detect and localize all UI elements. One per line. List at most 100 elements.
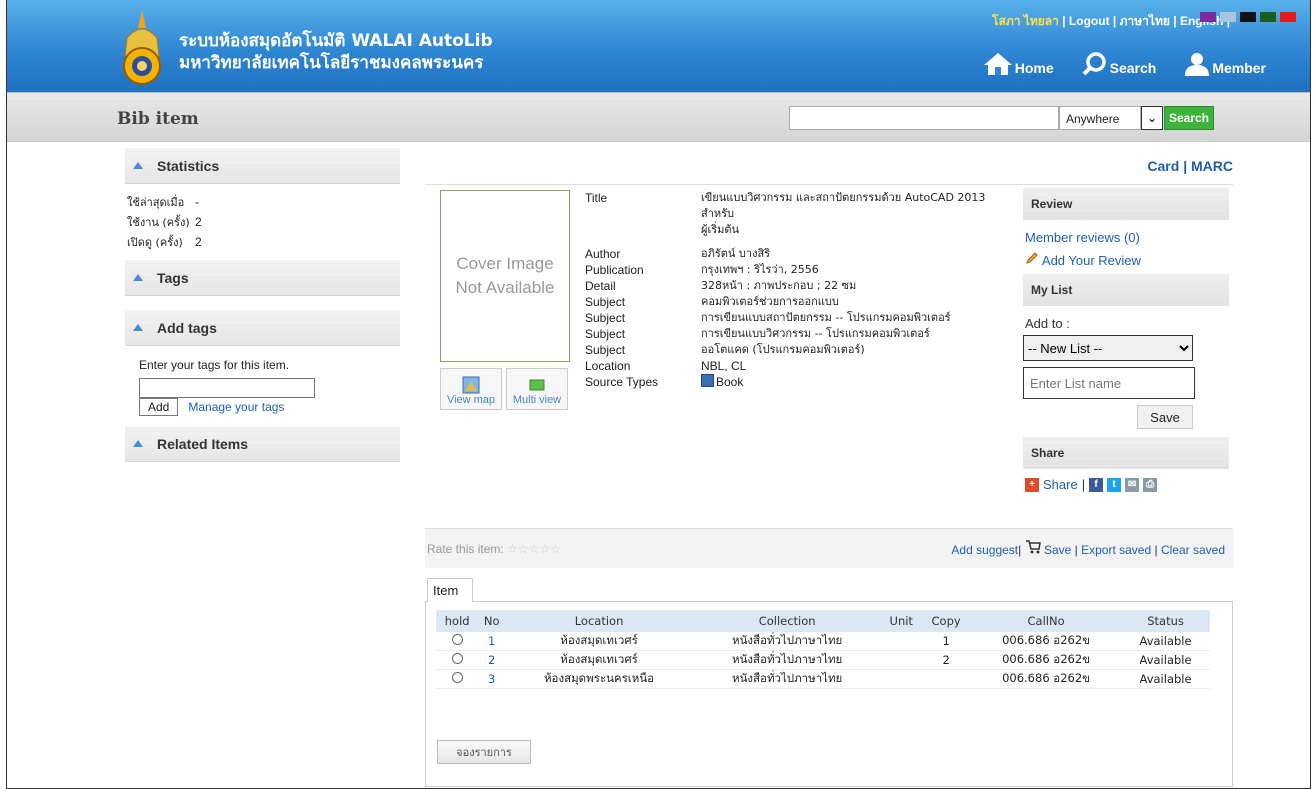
- tags-header[interactable]: Tags: [125, 260, 400, 296]
- item-no-link[interactable]: 3: [478, 669, 506, 689]
- item-no-link[interactable]: 1: [478, 632, 506, 651]
- user-name-link[interactable]: โสภา ไทยลา: [992, 14, 1059, 28]
- meta-key: Subject: [585, 295, 626, 309]
- nav-search[interactable]: Search: [1082, 52, 1157, 76]
- search-bar: Bib item Anywhere ⌄ Search: [7, 92, 1310, 142]
- view-map-label: View map: [446, 394, 496, 406]
- divider: |: [1154, 543, 1158, 557]
- col-collection: Collection: [693, 610, 882, 632]
- meta-value-source: Book: [701, 374, 1021, 390]
- page-frame: ระบบห้องสมุดอัตโนมัติ WALAI AutoLib มหาว…: [6, 0, 1311, 789]
- card-link[interactable]: Card: [1147, 158, 1179, 174]
- meta-row-subject: Subject คอมพิวเตอร์ช่วยการออกแบบ: [585, 294, 1021, 310]
- university-logo: [123, 10, 161, 85]
- cover-text-line1: Cover Image: [456, 254, 554, 273]
- related-items-header[interactable]: Related Items: [125, 426, 400, 462]
- item-tabs: Item: [425, 578, 1233, 602]
- subject-link[interactable]: การเขียนแบบสถาปัตยกรรม -- โปรแกรมคอมพิวเ…: [701, 310, 1021, 326]
- col-copy: Copy: [921, 610, 972, 632]
- scope-dropdown-button[interactable]: ⌄: [1141, 106, 1163, 130]
- item-collection: หนังสือทั่วไปภาษาไทย: [693, 632, 882, 651]
- meta-key: Detail: [585, 279, 616, 293]
- add-suggest-link[interactable]: Add suggest: [951, 543, 1018, 557]
- table-header-row: hold No Location Collection Unit Copy Ca…: [436, 610, 1210, 632]
- meta-value: เขียนแบบวิศวกรรม และสถาปัตยกรรมด้วย Auto…: [701, 191, 986, 220]
- facebook-icon[interactable]: f: [1089, 477, 1104, 492]
- divider: |: [1062, 14, 1069, 28]
- hold-radio[interactable]: [451, 634, 463, 645]
- print-icon[interactable]: ⎙: [1143, 477, 1158, 492]
- tags-section: Tags: [125, 260, 400, 296]
- hold-cell: [436, 632, 479, 651]
- statistics-heading: Statistics: [157, 157, 220, 174]
- pencil-icon: [1026, 252, 1038, 264]
- col-no: No: [478, 610, 506, 632]
- multi-view-button[interactable]: Multi view: [506, 368, 568, 410]
- nav-search-label: Search: [1109, 60, 1157, 76]
- col-hold: hold: [436, 610, 479, 632]
- divider-line: [425, 184, 1233, 185]
- hold-radio[interactable]: [451, 653, 463, 664]
- add-tag-button[interactable]: Add: [139, 398, 179, 416]
- reserve-button[interactable]: จองรายการ: [437, 740, 531, 764]
- rate-area: Rate this item: ☆☆☆☆☆: [427, 542, 561, 556]
- theme-swatch-purple[interactable]: [1200, 12, 1216, 22]
- twitter-icon[interactable]: t: [1107, 477, 1122, 492]
- view-format-links: Card | MARC: [1147, 158, 1233, 174]
- save-list-button[interactable]: Save: [1137, 405, 1193, 429]
- tab-item[interactable]: Item: [427, 578, 473, 602]
- table-row: 1 ห้องสมุดเทเวศร์ หนังสือทั่วไปภาษาไทย 1…: [436, 632, 1210, 651]
- collapse-arrow-icon: [133, 274, 143, 281]
- top-links: โสภา ไทยลา | Logout | ภาษาไทย | English …: [992, 12, 1230, 31]
- share-plus-icon[interactable]: +: [1025, 477, 1039, 492]
- item-no-link[interactable]: 2: [478, 650, 506, 670]
- member-icon: [1185, 53, 1210, 76]
- logout-link[interactable]: Logout: [1069, 14, 1110, 28]
- home-icon: [983, 53, 1012, 75]
- tag-input[interactable]: [139, 378, 315, 398]
- subject-link[interactable]: คอมพิวเตอร์ช่วยการออกแบบ: [701, 294, 1021, 310]
- search-input[interactable]: [789, 106, 1059, 130]
- theme-swatch-black[interactable]: [1240, 12, 1256, 22]
- member-reviews-link[interactable]: Member reviews (0): [1023, 220, 1229, 245]
- theme-swatch-red[interactable]: [1280, 12, 1296, 22]
- meta-key: Source Types: [585, 375, 659, 389]
- meta-value: กรุงเทพฯ : ริไรว่า, 2556: [701, 263, 819, 276]
- meta-value: ผู้เริ่มต้น: [701, 223, 740, 236]
- hold-radio[interactable]: [451, 672, 463, 683]
- theme-swatches: [1200, 12, 1296, 22]
- add-tags-header[interactable]: Add tags: [125, 310, 400, 346]
- col-status: Status: [1121, 610, 1210, 632]
- search-button[interactable]: Search: [1164, 106, 1214, 130]
- meta-value: NBL, CL: [701, 359, 747, 373]
- subject-link[interactable]: การเขียนแบบวิศวกรรม -- โปรแกรมคอมพิวเตอร…: [701, 326, 1021, 342]
- nav-member[interactable]: Member: [1184, 52, 1266, 76]
- star-rating-icon[interactable]: ☆☆☆☆☆: [507, 542, 561, 556]
- table-row: 2 ห้องสมุดเทเวศร์ หนังสือทั่วไปภาษาไทย 2…: [436, 650, 1210, 670]
- share-link[interactable]: Share: [1043, 477, 1078, 492]
- cover-buttons: View map Multi view: [440, 368, 568, 410]
- site-title: ระบบห้องสมุดอัตโนมัติ WALAI AutoLib มหาว…: [179, 30, 493, 74]
- nav-home[interactable]: Home: [983, 52, 1054, 76]
- item-collection: หนังสือทั่วไปภาษาไทย: [693, 669, 882, 689]
- search-scope-select[interactable]: Anywhere: [1059, 106, 1141, 130]
- theme-swatch-green[interactable]: [1260, 12, 1276, 22]
- email-icon[interactable]: ✉: [1125, 477, 1140, 492]
- save-link[interactable]: Save: [1044, 543, 1071, 557]
- view-map-button[interactable]: View map: [440, 368, 502, 410]
- lang-thai-link[interactable]: ภาษาไทย: [1120, 14, 1170, 28]
- theme-swatch-lightblue[interactable]: [1220, 12, 1236, 22]
- manage-tags-link[interactable]: Manage your tags: [188, 400, 284, 414]
- meta-row-subject: Subject การเขียนแบบสถาปัตยกรรม -- โปรแกรม…: [585, 310, 1021, 326]
- clear-saved-link[interactable]: Clear saved: [1161, 543, 1225, 557]
- list-name-input[interactable]: [1023, 367, 1195, 399]
- statistics-header[interactable]: Statistics: [125, 148, 400, 184]
- list-select[interactable]: -- New List --: [1023, 335, 1193, 361]
- subject-link[interactable]: ออโตแคด (โปรแกรมคอมพิวเตอร์): [701, 342, 1021, 358]
- related-items-section: Related Items: [125, 426, 400, 462]
- add-review-row[interactable]: Add Your Review: [1023, 245, 1229, 268]
- cover-text-line2: Not Available: [455, 278, 555, 297]
- item-location: ห้องสมุดเทเวศร์: [505, 632, 694, 651]
- export-saved-link[interactable]: Export saved: [1081, 543, 1151, 557]
- marc-link[interactable]: MARC: [1191, 158, 1233, 174]
